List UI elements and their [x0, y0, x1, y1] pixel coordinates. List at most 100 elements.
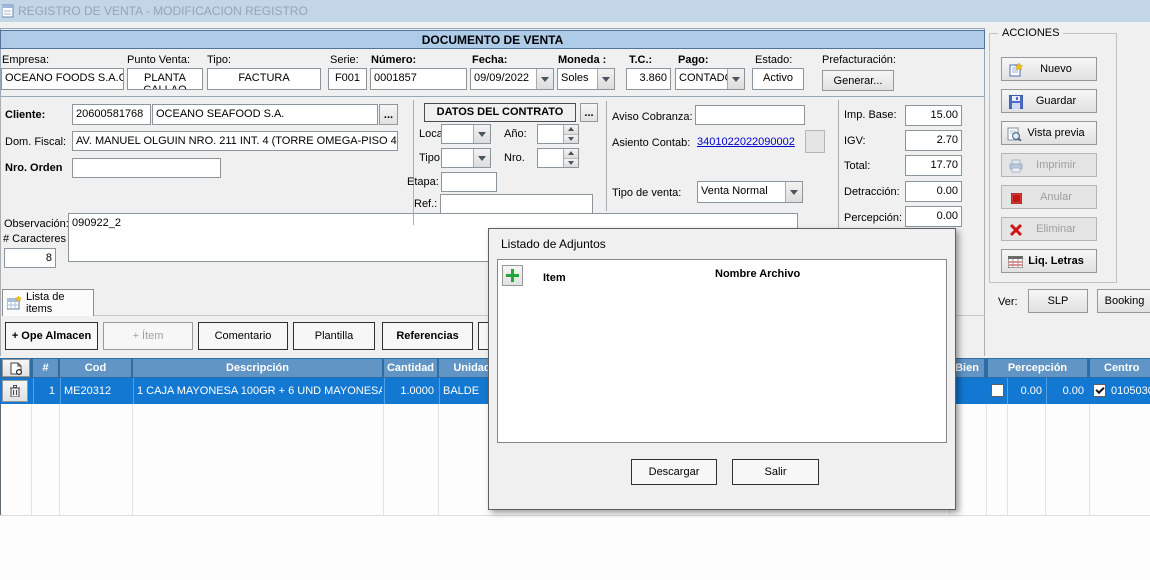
- list-grid-icon: [7, 296, 22, 310]
- col-header-centro[interactable]: Centro: [1090, 359, 1150, 377]
- cell-cantidad: 1.0000: [384, 378, 437, 404]
- plantilla-button[interactable]: Plantilla: [293, 322, 375, 350]
- tipo-venta-label: Tipo de venta:: [612, 187, 681, 199]
- eliminar-label: Eliminar: [1036, 223, 1076, 235]
- ver-booking-button[interactable]: Booking: [1097, 289, 1150, 313]
- total-field[interactable]: 17.70: [905, 155, 962, 176]
- pago-dropdown-icon[interactable]: [727, 69, 744, 89]
- numero-label: Número:: [371, 54, 416, 66]
- add-attachment-button[interactable]: [502, 265, 523, 286]
- cliente-ruc-field[interactable]: 20600581768: [72, 104, 151, 125]
- cliente-browse-button[interactable]: ...: [379, 104, 398, 125]
- anular-label: Anular: [1040, 191, 1072, 203]
- print-icon: [1009, 159, 1023, 173]
- trash-icon: [10, 385, 20, 397]
- vista-previa-button[interactable]: Vista previa: [1001, 121, 1097, 145]
- aviso-cobranza-field[interactable]: [695, 105, 805, 125]
- tipo-venta-dropdown-icon[interactable]: [785, 182, 802, 202]
- acciones-title: ACCIONES: [998, 27, 1063, 39]
- moneda-dropdown-icon[interactable]: [597, 69, 614, 89]
- contrato-browse-button[interactable]: ...: [580, 103, 598, 122]
- new-row-page-icon: [10, 362, 22, 375]
- dom-fiscal-label: Dom. Fiscal:: [5, 136, 66, 148]
- nuevo-button[interactable]: Nuevo: [1001, 57, 1097, 81]
- cell-num: 1: [33, 378, 58, 404]
- delete-x-icon: [1009, 223, 1023, 237]
- cliente-nombre-field[interactable]: OCEANO SEAFOOD S.A.: [152, 104, 378, 125]
- generar-button[interactable]: Generar...: [822, 70, 894, 91]
- contrato-local-combobox[interactable]: [441, 124, 491, 144]
- serie-field[interactable]: F001: [328, 68, 367, 90]
- tipo-venta-value: Venta Normal: [698, 182, 785, 202]
- ope-almacen-button[interactable]: + Ope Almacen: [5, 322, 98, 350]
- imp-base-field[interactable]: 15.00: [905, 105, 962, 126]
- contrato-local-dropdown-icon[interactable]: [473, 125, 490, 143]
- descargar-button[interactable]: Descargar: [631, 459, 717, 485]
- punto-venta-label: Punto Venta:: [127, 54, 190, 66]
- contrato-tipo-dropdown-icon[interactable]: [473, 149, 490, 167]
- contrato-anio-spinner[interactable]: [537, 124, 579, 144]
- referencias-button[interactable]: Referencias: [382, 322, 473, 350]
- centro-checkbox[interactable]: [1093, 384, 1106, 397]
- fecha-value: 09/09/2022: [471, 69, 536, 89]
- contrato-etapa-label: Etapa:: [407, 176, 439, 188]
- save-icon: [1009, 95, 1023, 109]
- vista-previa-label: Vista previa: [1027, 127, 1084, 139]
- col-header-percepcion[interactable]: Percepción: [988, 359, 1087, 377]
- imprimir-label: Imprimir: [1036, 159, 1076, 171]
- contrato-local-value: [442, 125, 473, 143]
- delete-row-button[interactable]: [2, 380, 28, 402]
- dom-fiscal-field[interactable]: AV. MANUEL OLGUIN NRO. 211 INT. 4 (TORRE…: [72, 131, 398, 151]
- adjuntos-list[interactable]: Item Nombre Archivo: [497, 259, 947, 443]
- col-header-cantidad[interactable]: Cantidad: [384, 359, 437, 377]
- contrato-anio-label: Año:: [504, 128, 527, 140]
- app-window: REGISTRO DE VENTA - MODIFICACION REGISTR…: [0, 0, 1150, 580]
- igv-field[interactable]: 2.70: [905, 130, 962, 151]
- tab-lista-de-items[interactable]: Lista de items: [2, 289, 94, 316]
- comentario-button[interactable]: Comentario: [198, 322, 288, 350]
- salir-button[interactable]: Salir: [732, 459, 819, 485]
- col-header-cod[interactable]: Cod: [60, 359, 131, 377]
- tipo-label: Tipo:: [207, 54, 231, 66]
- estado-label: Estado:: [755, 54, 792, 66]
- tc-field[interactable]: 3.860: [626, 68, 671, 90]
- contrato-title: DATOS DEL CONTRATO: [424, 103, 576, 122]
- form-right-border: [984, 97, 985, 356]
- percepcion-field[interactable]: 0.00: [905, 206, 962, 227]
- empresa-field[interactable]: OCEANO FOODS S.A.C.: [1, 68, 124, 90]
- add-row-button[interactable]: [2, 359, 30, 377]
- percepcion-checkbox[interactable]: [991, 384, 1004, 397]
- document-banner: DOCUMENTO DE VENTA: [0, 30, 985, 49]
- nro-orden-field[interactable]: [72, 158, 221, 178]
- contrato-ref-field[interactable]: [440, 194, 593, 214]
- asiento-attach-button: [805, 130, 825, 153]
- contrato-etapa-field[interactable]: [441, 172, 497, 192]
- col-archivo-label: Nombre Archivo: [715, 268, 800, 280]
- contrato-tipo-combobox[interactable]: [441, 148, 491, 168]
- col-header-num[interactable]: #: [33, 359, 58, 377]
- aviso-cobranza-label: Aviso Cobranza:: [612, 111, 693, 123]
- tab-label: Lista de items: [26, 291, 93, 315]
- numero-field[interactable]: 0001857: [370, 68, 467, 90]
- contrato-nro-spinner[interactable]: [537, 148, 579, 168]
- app-icon: [2, 4, 15, 18]
- letras-grid-icon: [1008, 256, 1023, 268]
- empresa-label: Empresa:: [2, 54, 49, 66]
- fecha-combobox[interactable]: 09/09/2022: [470, 68, 554, 90]
- col-header-descripcion[interactable]: Descripción: [133, 359, 382, 377]
- asiento-contab-link[interactable]: 3401022022090002: [697, 136, 795, 148]
- detraccion-label: Detracción:: [844, 186, 900, 198]
- detraccion-field[interactable]: 0.00: [905, 181, 962, 202]
- liq-letras-button[interactable]: Liq. Letras: [1001, 249, 1097, 273]
- punto-venta-field[interactable]: PLANTA CALLAO: [127, 68, 203, 90]
- cell-cod: ME20312: [60, 378, 131, 404]
- pago-combobox[interactable]: CONTADO: [675, 68, 745, 90]
- tipo-venta-combobox[interactable]: Venta Normal: [697, 181, 803, 203]
- ver-slp-button[interactable]: SLP: [1028, 289, 1088, 313]
- liq-letras-label: Liq. Letras: [1028, 255, 1084, 267]
- fecha-dropdown-icon[interactable]: [536, 69, 553, 89]
- ver-label: Ver:: [998, 296, 1018, 308]
- moneda-combobox[interactable]: Soles: [557, 68, 615, 90]
- guardar-button[interactable]: Guardar: [1001, 89, 1097, 113]
- tipo-field[interactable]: FACTURA: [207, 68, 321, 90]
